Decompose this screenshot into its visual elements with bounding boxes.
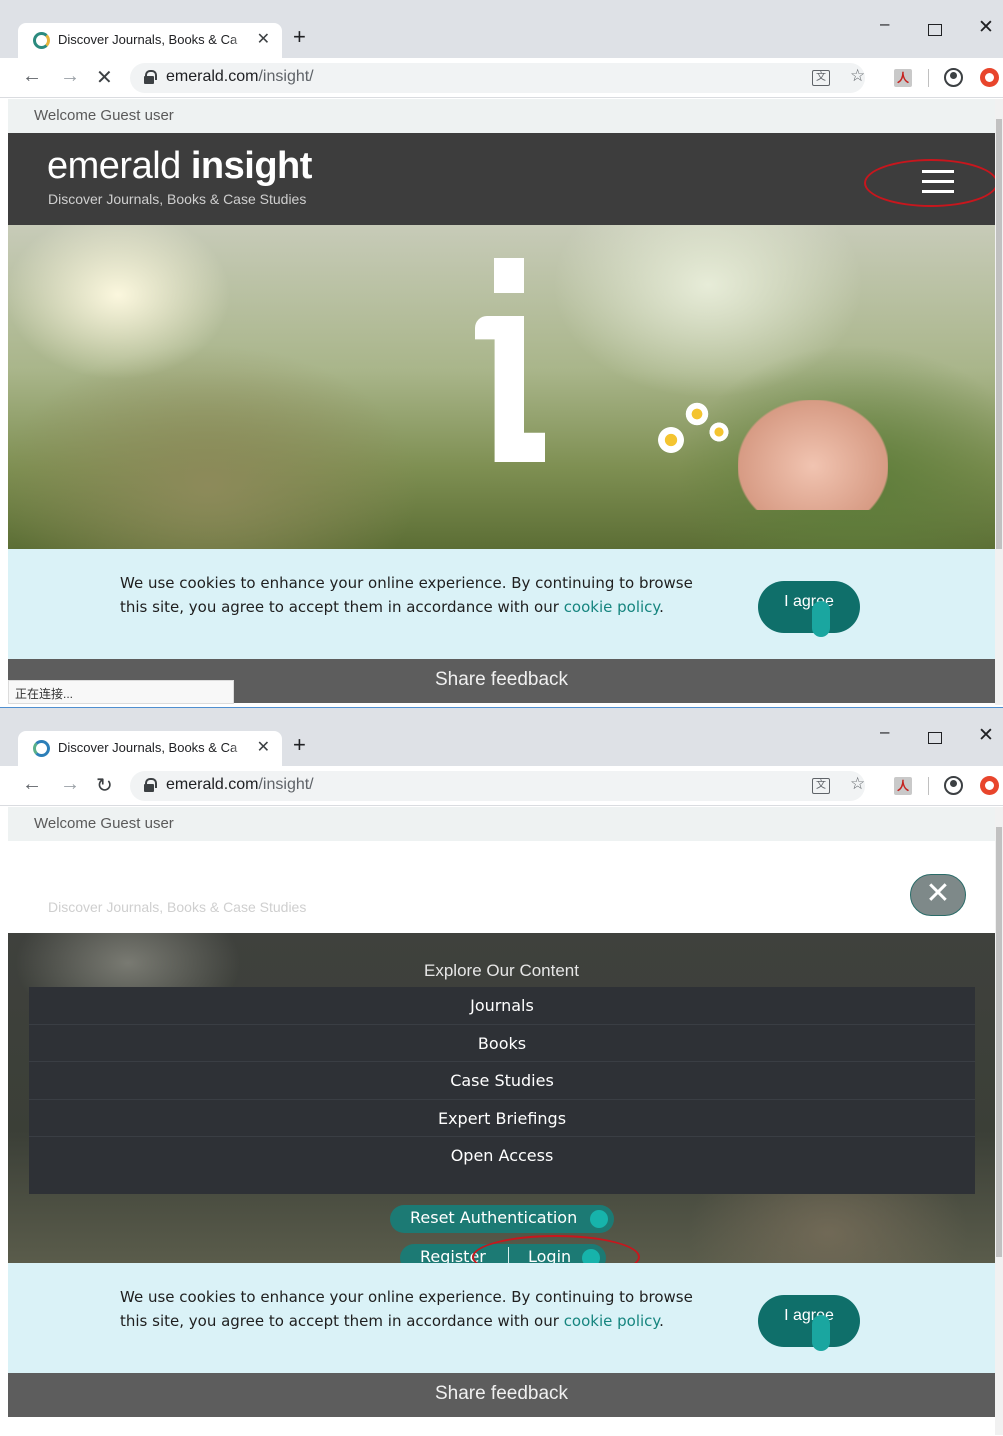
tab-close-icon[interactable]: ✕ bbox=[257, 29, 270, 49]
agree-button[interactable]: I agree bbox=[758, 581, 860, 637]
translate-icon[interactable]: 文 bbox=[812, 70, 830, 86]
menu-item-case-studies[interactable]: Case Studies bbox=[29, 1062, 975, 1100]
stop-loading-icon[interactable]: ✕ bbox=[96, 65, 113, 90]
forward-icon[interactable]: → bbox=[60, 773, 80, 796]
tab-close-icon[interactable]: ✕ bbox=[257, 737, 270, 757]
browser-tab[interactable]: Discover Journals, Books & Ca ✕ bbox=[18, 23, 282, 58]
cookie-banner: We use cookies to enhance your online ex… bbox=[8, 1263, 995, 1373]
hero-image bbox=[8, 225, 995, 549]
address-bar[interactable]: emerald.com/insight/ bbox=[130, 771, 865, 801]
emerald-favicon-icon bbox=[33, 740, 50, 757]
toggle-dot-icon bbox=[590, 1210, 608, 1228]
lock-icon bbox=[144, 778, 157, 792]
web-page: Welcome Guest user emerald insight Disco… bbox=[8, 807, 995, 1417]
daisy-image bbox=[684, 401, 710, 427]
cookie-policy-link[interactable]: cookie policy bbox=[564, 598, 659, 616]
loading-favicon-icon bbox=[33, 32, 50, 49]
site-logo[interactable]: emerald insight bbox=[47, 145, 312, 188]
welcome-bar: Welcome Guest user bbox=[8, 807, 995, 841]
reload-icon[interactable]: ↻ bbox=[96, 773, 113, 798]
screenshot-menu-closed: Discover Journals, Books & Ca ✕ + – ✕ ← … bbox=[0, 0, 1003, 707]
daisy-image bbox=[708, 421, 730, 443]
cookie-message: We use cookies to enhance your online ex… bbox=[120, 574, 693, 616]
menu-item-books[interactable]: Books bbox=[29, 1025, 975, 1063]
new-tab-icon[interactable]: + bbox=[293, 732, 306, 758]
scrollbar-thumb[interactable] bbox=[996, 119, 1002, 549]
browser-toolbar: ← → ✕ emerald.com/insight/ 文 ☆ 人 bbox=[0, 58, 1003, 98]
agree-button[interactable]: I agree bbox=[758, 1295, 860, 1351]
bottom-section: We use cookies to enhance your online ex… bbox=[8, 1263, 995, 1417]
web-page: Welcome Guest user emerald insight Disco… bbox=[8, 99, 995, 703]
toolbar-divider bbox=[928, 777, 929, 795]
toolbar-divider bbox=[928, 69, 929, 87]
minimize-icon[interactable]: – bbox=[880, 722, 889, 742]
site-header: emerald insight Discover Journals, Books… bbox=[8, 133, 995, 225]
new-tab-icon[interactable]: + bbox=[293, 24, 306, 50]
maximize-icon[interactable] bbox=[928, 24, 942, 36]
url-text: emerald.com/insight/ bbox=[166, 68, 314, 85]
tab-title: Discover Journals, Books & Ca bbox=[58, 740, 248, 755]
close-menu-icon[interactable]: ✕ bbox=[910, 874, 966, 916]
annotation-circle bbox=[864, 159, 995, 207]
insight-i-logo-dot bbox=[494, 258, 524, 293]
reset-authentication-button[interactable]: Reset Authentication bbox=[390, 1205, 614, 1233]
extension-icon[interactable] bbox=[980, 776, 999, 795]
browser-tab[interactable]: Discover Journals, Books & Ca ✕ bbox=[18, 731, 282, 766]
tab-strip: Discover Journals, Books & Ca ✕ + – ✕ bbox=[0, 708, 1003, 766]
welcome-bar: Welcome Guest user bbox=[8, 99, 995, 133]
translate-icon[interactable]: 文 bbox=[812, 778, 830, 794]
status-bar: 正在连接... bbox=[8, 680, 234, 704]
toggle-knob-icon bbox=[812, 1315, 830, 1351]
window-close-icon[interactable]: ✕ bbox=[978, 16, 994, 39]
navigation-overlay: emerald insight Discover Journals, Books… bbox=[8, 841, 995, 1279]
scrollbar[interactable] bbox=[995, 99, 1003, 705]
menu-item-journals[interactable]: Journals bbox=[29, 987, 975, 1025]
site-tagline: Discover Journals, Books & Case Studies bbox=[48, 191, 307, 207]
site-tagline: Discover Journals, Books & Case Studies bbox=[48, 899, 307, 915]
cookie-message: We use cookies to enhance your online ex… bbox=[120, 1288, 693, 1330]
account-icon[interactable] bbox=[944, 776, 963, 795]
site-logo[interactable]: emerald insight bbox=[47, 853, 312, 896]
tab-strip: Discover Journals, Books & Ca ✕ + – ✕ bbox=[0, 0, 1003, 58]
menu-list: Journals Books Case Studies Expert Brief… bbox=[29, 987, 975, 1194]
bookmark-star-icon[interactable]: ☆ bbox=[850, 774, 865, 794]
back-icon[interactable]: ← bbox=[22, 773, 42, 796]
share-feedback-bar[interactable]: Share feedback bbox=[8, 1373, 995, 1417]
tab-title: Discover Journals, Books & Ca bbox=[58, 32, 248, 47]
forward-icon[interactable]: → bbox=[60, 65, 80, 88]
pdf-extension-icon[interactable]: 人 bbox=[894, 777, 912, 795]
insight-i-logo-stem bbox=[475, 316, 545, 462]
maximize-icon[interactable] bbox=[928, 732, 942, 744]
bookmark-star-icon[interactable]: ☆ bbox=[850, 66, 865, 86]
window-close-icon[interactable]: ✕ bbox=[978, 724, 994, 747]
menu-heading: Explore Our Content bbox=[424, 961, 579, 980]
toggle-knob-icon bbox=[812, 601, 830, 637]
menu-item-open-access[interactable]: Open Access bbox=[29, 1137, 975, 1175]
scrollbar[interactable] bbox=[995, 807, 1003, 1435]
browser-toolbar: ← → ↻ emerald.com/insight/ 文 ☆ 人 bbox=[0, 766, 1003, 806]
account-icon[interactable] bbox=[944, 68, 963, 87]
menu-item-expert-briefings[interactable]: Expert Briefings bbox=[29, 1100, 975, 1138]
pdf-extension-icon[interactable]: 人 bbox=[894, 69, 912, 87]
cookie-banner: We use cookies to enhance your online ex… bbox=[8, 549, 995, 659]
lock-icon bbox=[144, 70, 157, 84]
url-text: emerald.com/insight/ bbox=[166, 776, 314, 793]
extension-icon[interactable] bbox=[980, 68, 999, 87]
scrollbar-thumb[interactable] bbox=[996, 827, 1002, 1257]
address-bar[interactable]: emerald.com/insight/ bbox=[130, 63, 865, 93]
minimize-icon[interactable]: – bbox=[880, 14, 889, 34]
screenshot-menu-open: Discover Journals, Books & Ca ✕ + – ✕ ← … bbox=[0, 707, 1003, 1436]
daisy-image bbox=[656, 425, 686, 455]
hand-image bbox=[738, 400, 888, 510]
back-icon[interactable]: ← bbox=[22, 65, 42, 88]
cookie-policy-link[interactable]: cookie policy bbox=[564, 1312, 659, 1330]
